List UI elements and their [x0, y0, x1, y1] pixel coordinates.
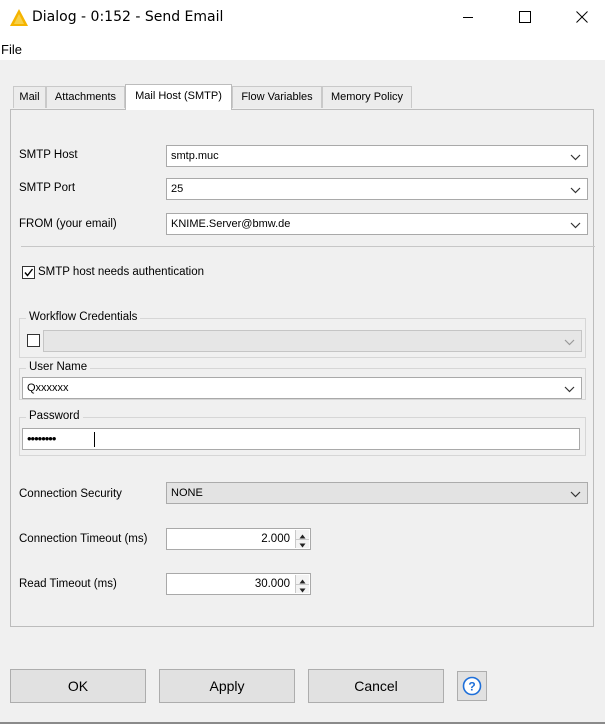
- chevron-down-icon: [570, 491, 581, 498]
- spin-down-button[interactable]: [296, 539, 309, 548]
- password-input[interactable]: ••••••••: [22, 428, 580, 450]
- password-title: Password: [26, 410, 83, 422]
- read-timeout-value: 30.000: [254, 578, 290, 590]
- minimize-button[interactable]: [445, 0, 491, 34]
- chevron-down-icon: [564, 386, 575, 393]
- spin-down-button[interactable]: [296, 584, 309, 593]
- connection-timeout-spinner[interactable]: 2.000: [166, 528, 311, 550]
- read-timeout-spinner[interactable]: 30.000: [166, 573, 311, 595]
- close-window-button[interactable]: [559, 0, 605, 34]
- close-icon: [576, 11, 588, 23]
- svg-text:?: ?: [468, 680, 475, 694]
- maximize-button[interactable]: [502, 0, 548, 34]
- username-title: User Name: [26, 361, 91, 373]
- smtp-host-value: smtp.muc: [171, 150, 219, 162]
- settings-panel: SMTP Host smtp.muc SMTP Port 25 FROM (yo…: [10, 109, 595, 627]
- chevron-down-icon: [570, 187, 581, 194]
- spinner-arrows: [295, 575, 309, 593]
- separator: [21, 246, 595, 247]
- smtp-port-combo[interactable]: 25: [166, 178, 588, 200]
- spinner-arrows: [295, 530, 309, 548]
- connection-security-combo[interactable]: NONE: [166, 482, 588, 504]
- tab-mail[interactable]: Mail: [13, 86, 46, 108]
- smtp-auth-label: SMTP host needs authentication: [38, 266, 205, 278]
- workflow-credentials-title: Workflow Credentials: [26, 311, 141, 323]
- menu-file[interactable]: File: [1, 42, 22, 57]
- chevron-down-icon: [564, 339, 575, 346]
- connection-security-value: NONE: [171, 487, 203, 499]
- window-title: Dialog - 0:152 - Send Email: [32, 9, 224, 25]
- tab-flow-variables[interactable]: Flow Variables: [232, 86, 322, 108]
- ok-button[interactable]: OK: [10, 669, 146, 703]
- smtp-host-combo[interactable]: smtp.muc: [166, 145, 588, 167]
- menu-bar: File: [0, 38, 605, 60]
- checkmark-icon: [24, 268, 34, 277]
- chevron-down-icon: [570, 222, 581, 229]
- from-email-combo[interactable]: KNIME.Server@bmw.de: [166, 213, 588, 235]
- chevron-down-icon: [570, 154, 581, 161]
- help-button[interactable]: ?: [457, 671, 487, 701]
- from-email-value: KNIME.Server@bmw.de: [171, 218, 291, 230]
- connection-timeout-label: Connection Timeout (ms): [19, 533, 148, 545]
- window-titlebar: Dialog - 0:152 - Send Email: [0, 0, 605, 38]
- tab-attachments[interactable]: Attachments: [46, 86, 125, 108]
- smtp-port-value: 25: [171, 183, 184, 195]
- read-timeout-label: Read Timeout (ms): [19, 578, 117, 590]
- tab-mail-host-smtp[interactable]: Mail Host (SMTP): [125, 84, 232, 110]
- question-circle-icon: ?: [462, 676, 482, 696]
- username-value: Qxxxxxx: [27, 382, 69, 394]
- cancel-button[interactable]: Cancel: [308, 669, 444, 703]
- connection-timeout-value: 2.000: [261, 533, 290, 545]
- minimize-icon: [463, 17, 473, 18]
- triangle-down-icon: [299, 588, 306, 593]
- password-value: ••••••••: [27, 431, 56, 446]
- triangle-down-icon: [299, 543, 306, 548]
- maximize-icon: [519, 11, 531, 23]
- knime-warning-triangle-icon: [10, 9, 28, 26]
- from-email-label: FROM (your email): [19, 218, 117, 230]
- tab-memory-policy[interactable]: Memory Policy: [322, 86, 412, 108]
- username-combo[interactable]: Qxxxxxx: [22, 377, 582, 399]
- workflow-credentials-checkbox[interactable]: [27, 334, 40, 347]
- smtp-host-label: SMTP Host: [19, 149, 78, 161]
- workflow-credentials-combo: [43, 330, 582, 352]
- text-caret: [94, 432, 95, 447]
- apply-button[interactable]: Apply: [159, 669, 295, 703]
- smtp-port-label: SMTP Port: [19, 182, 76, 194]
- connection-security-label: Connection Security: [19, 488, 122, 500]
- smtp-auth-checkbox[interactable]: [22, 266, 35, 279]
